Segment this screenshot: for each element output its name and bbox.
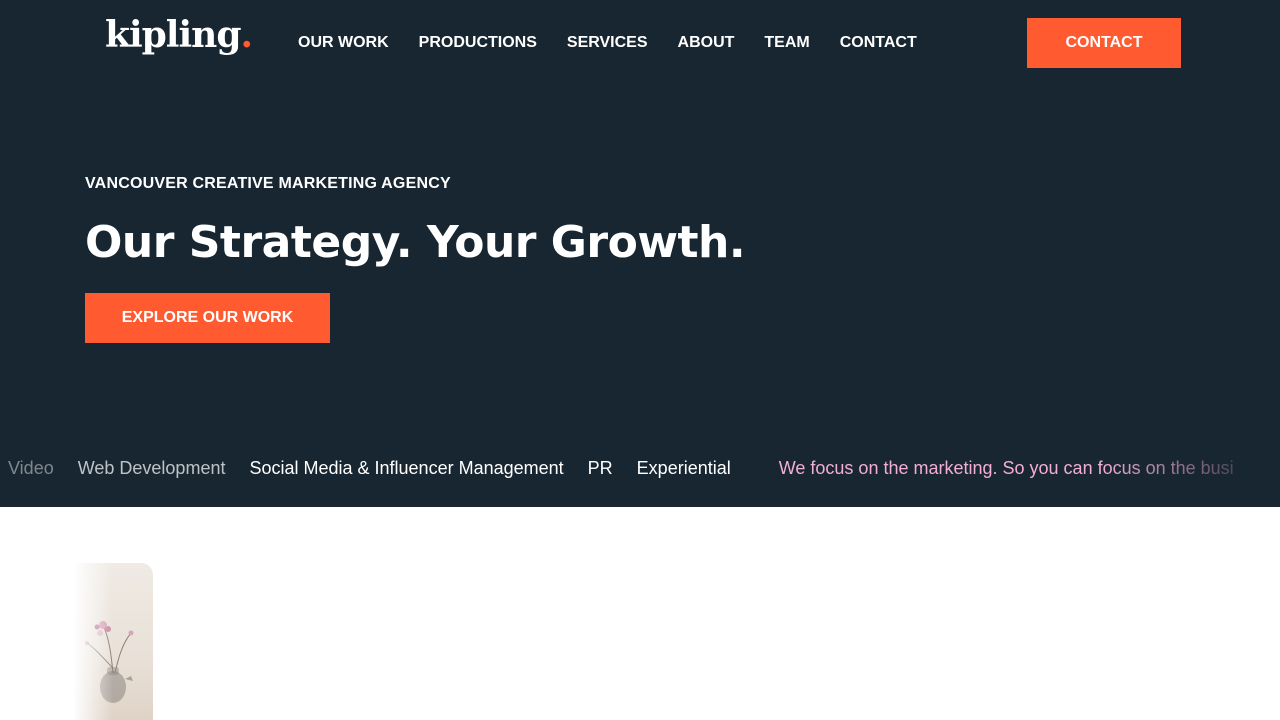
nav-our-work[interactable]: OUR WORK (298, 34, 389, 54)
nav-about[interactable]: ABOUT (678, 34, 735, 54)
main-nav: OUR WORK PRODUCTIONS SERVICES ABOUT TEAM… (298, 34, 947, 54)
contact-button[interactable]: CONTACT (1027, 18, 1181, 68)
nav-contact[interactable]: CONTACT (840, 34, 917, 54)
kipling-logo[interactable]: kipling. (105, 14, 254, 56)
logo-dot: . (240, 14, 254, 56)
ticker-item-web-development: Web Development (77, 458, 226, 478)
hero-eyebrow: VANCOUVER CREATIVE MARKETING AGENCY (85, 175, 451, 192)
ticker-track: Video Web Development Social Media & Inf… (8, 458, 1234, 479)
ticker-item-video: Video (8, 458, 54, 478)
ticker-item-social-media: Social Media & Influencer Management (249, 458, 564, 478)
services-ticker: Video Web Development Social Media & Inf… (0, 452, 1280, 488)
flower-vase-image (73, 563, 153, 720)
image-fade-overlay (73, 563, 113, 720)
explore-our-work-button[interactable]: EXPLORE OUR WORK (85, 293, 330, 343)
logo-text: kipling (105, 14, 241, 56)
hero-section: kipling. OUR WORK PRODUCTIONS SERVICES A… (0, 0, 1280, 507)
ticker-item-pr: PR (587, 458, 613, 478)
nav-team[interactable]: TEAM (764, 34, 809, 54)
hero-headline: Our Strategy. Your Growth. (85, 217, 746, 268)
nav-productions[interactable]: PRODUCTIONS (419, 34, 537, 54)
ticker-tagline: We focus on the marketing. So you can fo… (778, 458, 1234, 478)
nav-services[interactable]: SERVICES (567, 34, 648, 54)
ticker-item-experiential: Experiential (636, 458, 731, 478)
